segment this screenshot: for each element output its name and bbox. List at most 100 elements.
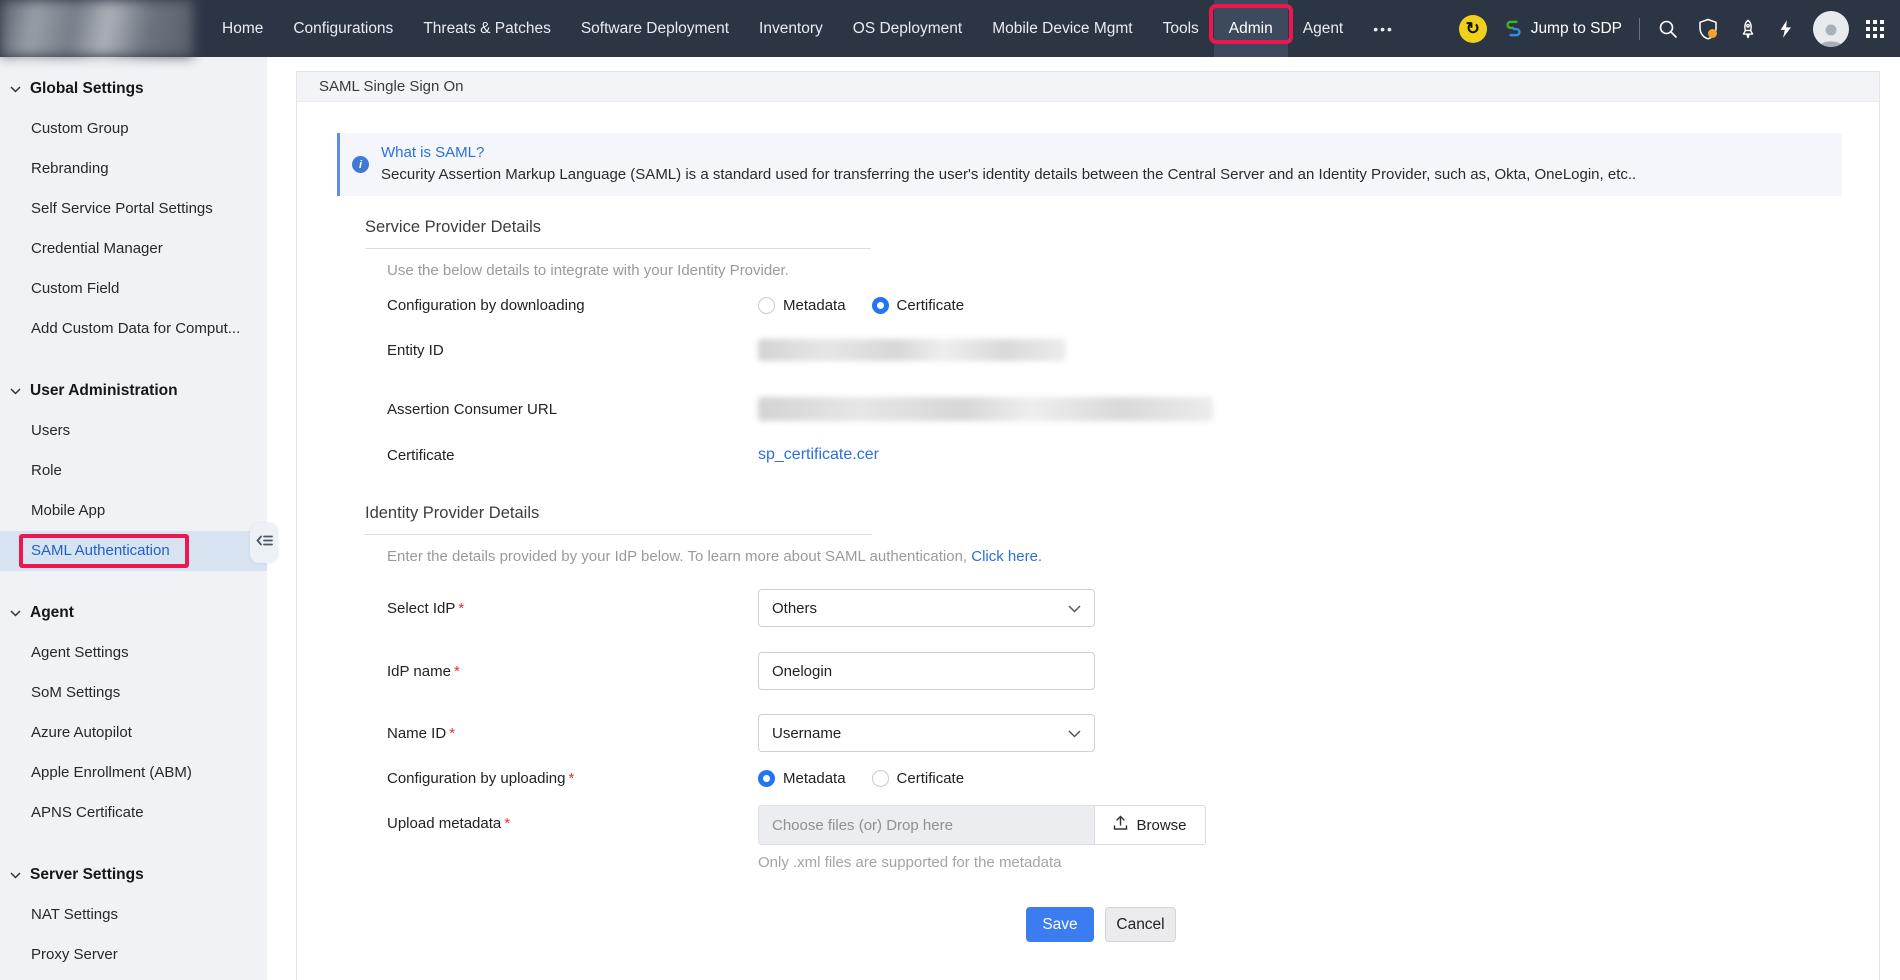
nav-item-configurations[interactable]: Configurations <box>278 0 408 57</box>
apps-grid-icon[interactable] <box>1866 19 1884 38</box>
sidebar-section-header-user-administration[interactable]: User Administration <box>0 371 267 411</box>
sidebar-item-mobile-app[interactable]: Mobile App <box>0 491 267 531</box>
sidebar-item-label: NAT Settings <box>31 906 118 923</box>
nav-item-tools[interactable]: Tools <box>1148 0 1214 57</box>
certificate-label: Certificate <box>387 446 455 464</box>
refresh-icon[interactable]: ↻ <box>1458 14 1487 43</box>
nav-item-label: OS Deployment <box>852 19 963 37</box>
search-icon[interactable] <box>1657 18 1679 40</box>
collapse-menu-icon <box>255 533 273 553</box>
idp-name-row: IdP name * <box>387 652 1879 690</box>
sidebar-item-custom-field[interactable]: Custom Field <box>0 269 267 309</box>
radio-upload-metadata[interactable]: Metadata <box>758 770 846 787</box>
sidebar-item-apple-enrollment-abm[interactable]: Apple Enrollment (ABM) <box>0 753 267 793</box>
sp-certificate-download-link[interactable]: sp_certificate.cer <box>758 446 879 464</box>
name-id-dropdown[interactable]: Username <box>758 714 1095 752</box>
nav-item-threats-patches[interactable]: Threats & Patches <box>408 0 566 57</box>
sidebar-item-apns-certificate[interactable]: APNS Certificate <box>0 793 267 833</box>
radio-circle[interactable] <box>758 297 775 314</box>
assertion-consumer-url-row: Assertion Consumer URL <box>387 397 1879 421</box>
sidebar-item-azure-autopilot[interactable]: Azure Autopilot <box>0 713 267 753</box>
sidebar-item-mail-server[interactable]: Mail Server <box>0 975 267 980</box>
security-shield-icon[interactable] <box>1696 17 1720 41</box>
sidebar-item-som-settings[interactable]: SoM Settings <box>0 673 267 713</box>
nav-item-software-deployment[interactable]: Software Deployment <box>566 0 744 57</box>
service-provider-section: Service Provider Details Use the below d… <box>337 218 1879 464</box>
jump-to-sdp-label: Jump to SDP <box>1530 19 1622 37</box>
radio-download-certificate[interactable]: Certificate <box>871 297 964 314</box>
click-here-link[interactable]: Click here. <box>971 548 1042 565</box>
what-is-saml-link[interactable]: What is SAML? <box>381 144 484 161</box>
config-by-downloading-radios: Metadata Certificate <box>758 297 990 314</box>
sidebar-item-label: Role <box>31 462 62 479</box>
entity-id-row: Entity ID <box>387 339 1879 361</box>
sidebar-item-label: Azure Autopilot <box>31 724 132 741</box>
radio-label: Metadata <box>783 770 846 787</box>
sidebar-section-label: Global Settings <box>30 80 144 97</box>
radio-circle[interactable] <box>871 770 889 787</box>
identity-provider-section: Identity Provider Details Enter the deta… <box>337 504 1879 871</box>
browse-button[interactable]: Browse <box>1094 805 1206 845</box>
chevron-down-icon <box>10 866 21 884</box>
lightning-icon[interactable] <box>1776 18 1796 40</box>
nav-item-label: Mobile Device Mgmt <box>992 19 1133 37</box>
sidebar-item-self-service-portal-settings[interactable]: Self Service Portal Settings <box>0 189 267 229</box>
app-root: Home Configurations Threats & Patches Softw… <box>0 0 1900 980</box>
sidebar-item-role[interactable]: Role <box>0 451 267 491</box>
sidebar-item-rebranding[interactable]: Rebranding <box>0 149 267 189</box>
sidebar-item-custom-group[interactable]: Custom Group <box>0 109 267 149</box>
upload-helper-text: Only .xml files are supported for the me… <box>758 854 1062 871</box>
sidebar-item-users[interactable]: Users <box>0 411 267 451</box>
nav-item-os-deployment[interactable]: OS Deployment <box>838 0 977 57</box>
info-banner: i What is SAML? Security Assertion Marku… <box>337 133 1842 196</box>
nav-item-home[interactable]: Home <box>207 0 278 57</box>
nav-item-inventory[interactable]: Inventory <box>744 0 838 57</box>
sidebar-section-header-global-settings[interactable]: Global Settings <box>0 69 267 109</box>
sidebar-item-agent-settings[interactable]: Agent Settings <box>0 633 267 673</box>
idp-name-input[interactable] <box>758 652 1095 690</box>
save-button[interactable]: Save <box>1026 907 1094 942</box>
browse-label: Browse <box>1136 816 1187 834</box>
config-by-uploading-label: Configuration by uploading * <box>387 770 575 787</box>
sidebar-item-add-custom-data-for-comput[interactable]: Add Custom Data for Comput... <box>0 309 267 349</box>
info-banner-body: What is SAML? Security Assertion Markup … <box>381 144 1636 183</box>
sidebar-section-global-settings: Global Settings Custom Group Rebranding Sel… <box>0 69 267 349</box>
sidebar-item-label: Apple Enrollment (ABM) <box>31 764 192 781</box>
nav-item-admin[interactable]: Admin <box>1208 0 1293 57</box>
sidebar-section-agent: Agent Agent Settings SoM Settings Azure Aut… <box>0 593 267 833</box>
chevron-down-icon <box>1068 600 1081 617</box>
chevron-down-icon <box>10 382 21 400</box>
sidebar-item-label: Add Custom Data for Comput... <box>31 320 241 337</box>
sidebar-section-header-server-settings[interactable]: Server Settings <box>0 855 267 895</box>
sidebar-collapse-toggle[interactable] <box>250 523 278 563</box>
nav-item-label: Configurations <box>293 19 394 37</box>
top-navbar: Home Configurations Threats & Patches Softw… <box>0 0 1900 57</box>
sidebar-item-label: Custom Group <box>31 120 129 137</box>
radio-upload-certificate[interactable]: Certificate <box>871 770 964 787</box>
radio-circle[interactable] <box>871 297 889 314</box>
sidebar-item-credential-manager[interactable]: Credential Manager <box>0 229 267 269</box>
user-avatar[interactable] <box>1813 10 1849 47</box>
sidebar-item-nat-settings[interactable]: NAT Settings <box>0 895 267 935</box>
rocket-icon[interactable] <box>1737 18 1759 40</box>
nav-item-label: Agent <box>1302 19 1344 37</box>
upload-metadata-label: Upload metadata * <box>387 815 511 832</box>
cancel-button[interactable]: Cancel <box>1105 907 1176 942</box>
file-drop-zone[interactable]: Choose files (or) Drop here <box>758 805 1095 845</box>
nav-item-mobile-device-mgmt[interactable]: Mobile Device Mgmt <box>977 0 1147 57</box>
chevron-down-icon <box>10 80 21 98</box>
select-idp-dropdown[interactable]: Others <box>758 589 1095 627</box>
sidebar-item-saml-authentication[interactable]: SAML Authentication <box>0 531 267 571</box>
sidebar-item-label: Credential Manager <box>31 240 163 257</box>
nav-item-more[interactable]: ••• <box>1358 0 1409 57</box>
identity-provider-heading: Identity Provider Details <box>365 504 871 535</box>
sidebar: Global Settings Custom Group Rebranding Sel… <box>0 57 267 980</box>
radio-circle[interactable] <box>758 770 775 787</box>
sidebar-item-proxy-server[interactable]: Proxy Server <box>0 935 267 975</box>
sidebar-section-header-agent[interactable]: Agent <box>0 593 267 633</box>
sidebar-section-server-settings: Server Settings NAT Settings Proxy Server M… <box>0 855 267 980</box>
nav-item-agent[interactable]: Agent <box>1288 0 1359 57</box>
jump-to-sdp-link[interactable]: Jump to SDP <box>1504 19 1622 38</box>
sidebar-item-label: Mobile App <box>31 502 106 519</box>
radio-download-metadata[interactable]: Metadata <box>758 297 846 314</box>
